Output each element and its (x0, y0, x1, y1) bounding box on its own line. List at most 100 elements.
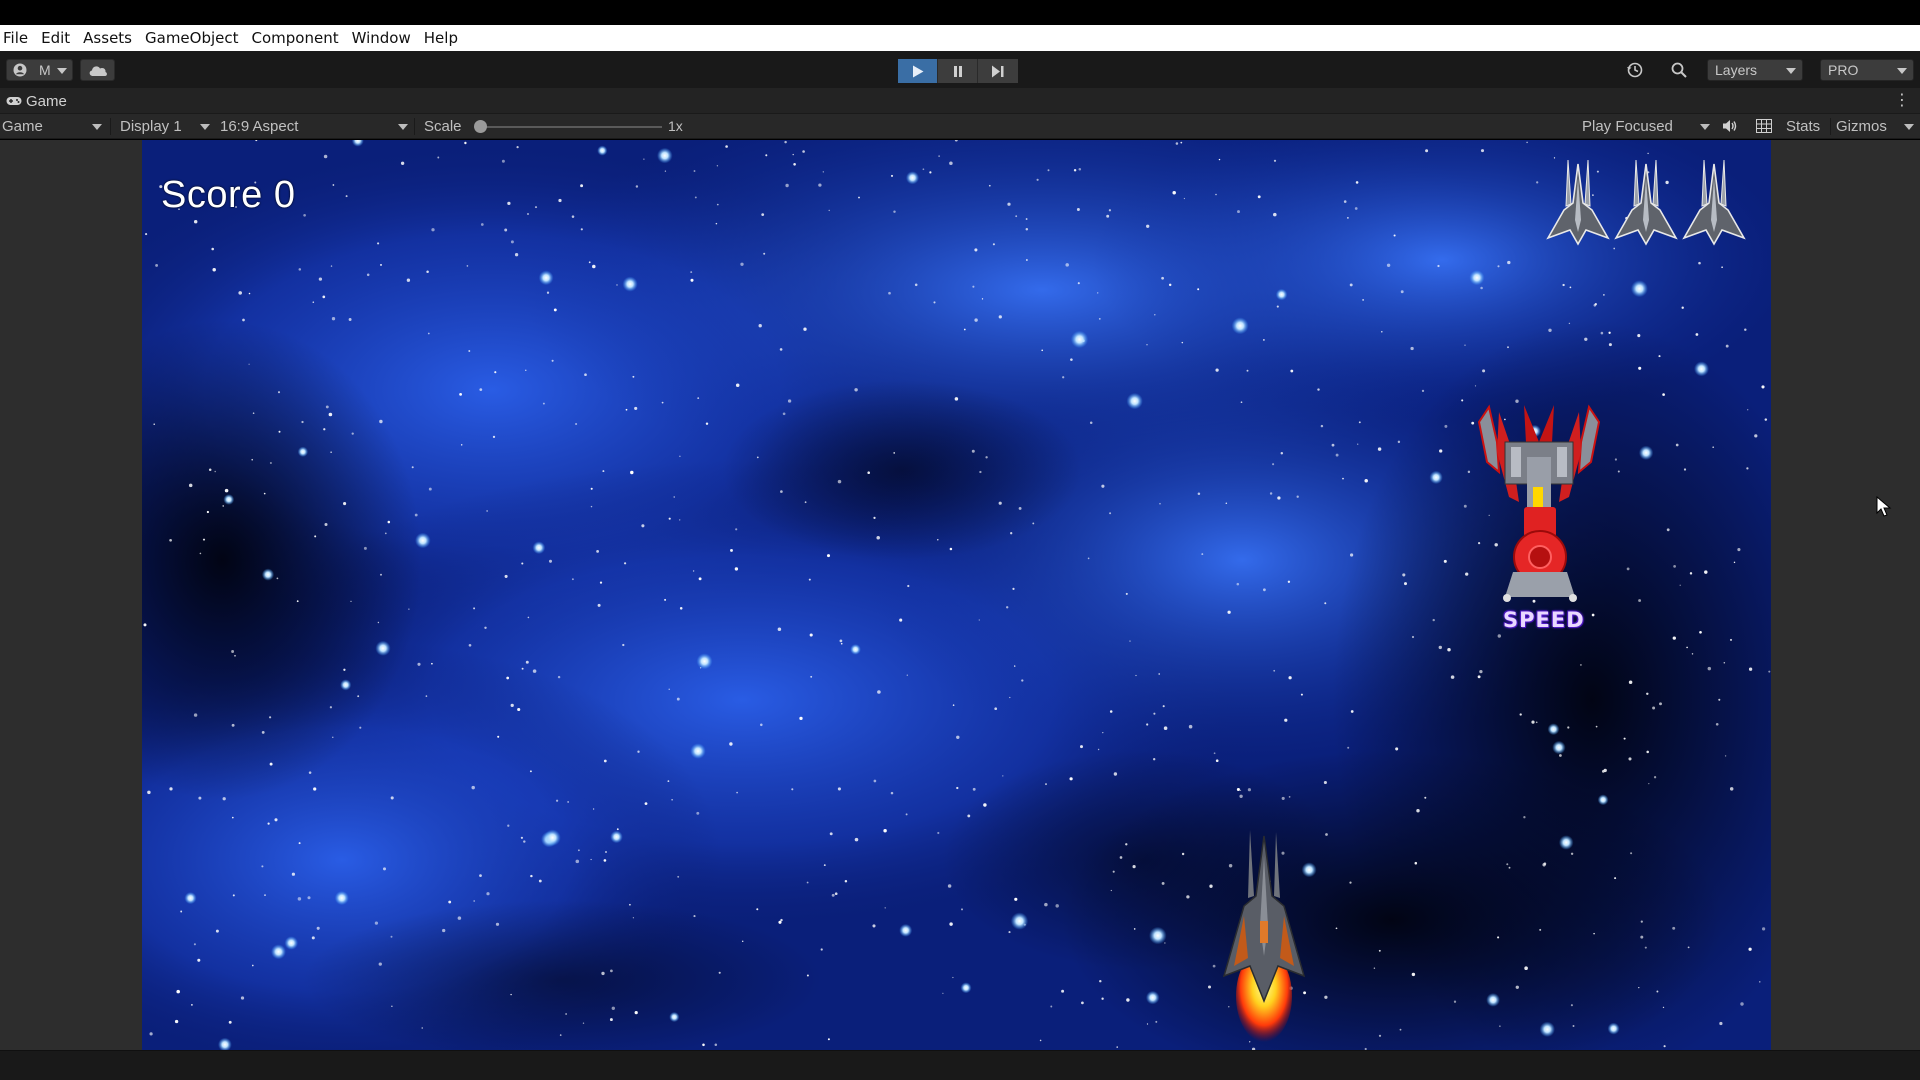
stats-button[interactable]: Stats (1786, 114, 1820, 139)
star (756, 456, 759, 459)
star (1320, 424, 1324, 428)
star (603, 859, 607, 862)
play-button[interactable] (898, 59, 938, 83)
star (876, 536, 880, 540)
glowing-star (610, 830, 623, 844)
glowing-star (690, 743, 706, 759)
mute-audio-button[interactable] (1722, 114, 1742, 139)
star (411, 466, 414, 469)
account-icon (13, 63, 27, 77)
star (484, 626, 487, 630)
scale-slider-handle[interactable] (474, 120, 487, 133)
star (379, 419, 383, 424)
search-button[interactable] (1663, 59, 1695, 81)
star (202, 538, 206, 541)
glowing-star (271, 944, 286, 960)
layers-dropdown[interactable]: Layers (1707, 59, 1803, 81)
star (1531, 720, 1535, 724)
layout-label: PRO (1828, 62, 1859, 78)
gizmos-button[interactable]: Gizmos (1836, 114, 1916, 139)
glowing-star (1275, 288, 1288, 301)
star (525, 660, 529, 664)
star (332, 184, 335, 186)
glowing-star (1070, 330, 1089, 349)
star (1355, 181, 1359, 184)
star (1666, 528, 1670, 532)
star (1617, 470, 1620, 473)
pause-button[interactable] (938, 59, 978, 83)
star (760, 723, 763, 727)
star (787, 399, 792, 403)
star (297, 897, 302, 901)
star (1526, 141, 1528, 144)
scale-label: Scale (424, 118, 462, 135)
star (1626, 567, 1630, 571)
star (1247, 788, 1251, 792)
star (1036, 178, 1039, 181)
menu-window[interactable]: Window (346, 25, 418, 51)
star (1164, 942, 1166, 944)
star (1006, 606, 1009, 609)
star (240, 996, 245, 1000)
star (604, 850, 608, 854)
view-select-label: Game (2, 118, 43, 135)
display-select[interactable]: Display 1 (120, 114, 212, 139)
step-button[interactable] (978, 59, 1018, 83)
view-select[interactable]: Game (2, 114, 104, 139)
star (1012, 587, 1015, 590)
star (610, 969, 613, 973)
tab-game[interactable]: Game (0, 88, 75, 114)
menu-file[interactable]: File (0, 25, 35, 51)
star (1768, 670, 1771, 673)
scale-slider[interactable] (478, 126, 662, 128)
layout-dropdown[interactable]: PRO (1820, 59, 1914, 81)
menu-edit[interactable]: Edit (35, 25, 77, 51)
star (1386, 263, 1391, 267)
star (988, 184, 991, 187)
stats-grid-button[interactable] (1756, 114, 1776, 139)
account-dropdown[interactable]: M (6, 59, 73, 81)
star (527, 213, 529, 215)
menu-gameobject[interactable]: GameObject (139, 25, 246, 51)
star (1317, 388, 1320, 391)
aspect-select[interactable]: 16:9 Aspect (220, 114, 412, 139)
star (1689, 572, 1693, 575)
cloud-button[interactable] (80, 59, 115, 81)
menu-component[interactable]: Component (246, 25, 346, 51)
star (740, 262, 744, 266)
glowing-star (261, 568, 275, 581)
star (1181, 852, 1185, 856)
star (1562, 283, 1565, 287)
star (979, 470, 982, 474)
star (693, 915, 696, 918)
star (565, 1013, 567, 1015)
star (949, 161, 953, 166)
star (1595, 725, 1598, 728)
play-mode-select[interactable]: Play Focused (1582, 114, 1710, 139)
star (1447, 647, 1451, 652)
star (1280, 452, 1284, 455)
history-button[interactable] (1619, 59, 1651, 81)
menu-assets[interactable]: Assets (77, 25, 139, 51)
star (839, 639, 843, 643)
star (1477, 675, 1481, 679)
star (1648, 782, 1650, 785)
star (1570, 852, 1574, 856)
star (1161, 276, 1164, 280)
star (311, 936, 315, 940)
star (1101, 997, 1104, 1000)
star (1180, 141, 1183, 144)
tab-options-icon[interactable]: ⋮ (1894, 93, 1910, 109)
menu-help[interactable]: Help (418, 25, 465, 51)
star (616, 828, 619, 831)
star (1146, 344, 1148, 346)
star (1343, 200, 1347, 203)
star (1737, 548, 1741, 552)
star (1102, 732, 1104, 734)
play-mode-label: Play Focused (1582, 118, 1673, 135)
star (1146, 1023, 1149, 1025)
star (1055, 904, 1059, 908)
star (384, 532, 387, 535)
game-render-area[interactable]: Score 0 SPEED (142, 140, 1771, 1050)
star (668, 517, 671, 520)
